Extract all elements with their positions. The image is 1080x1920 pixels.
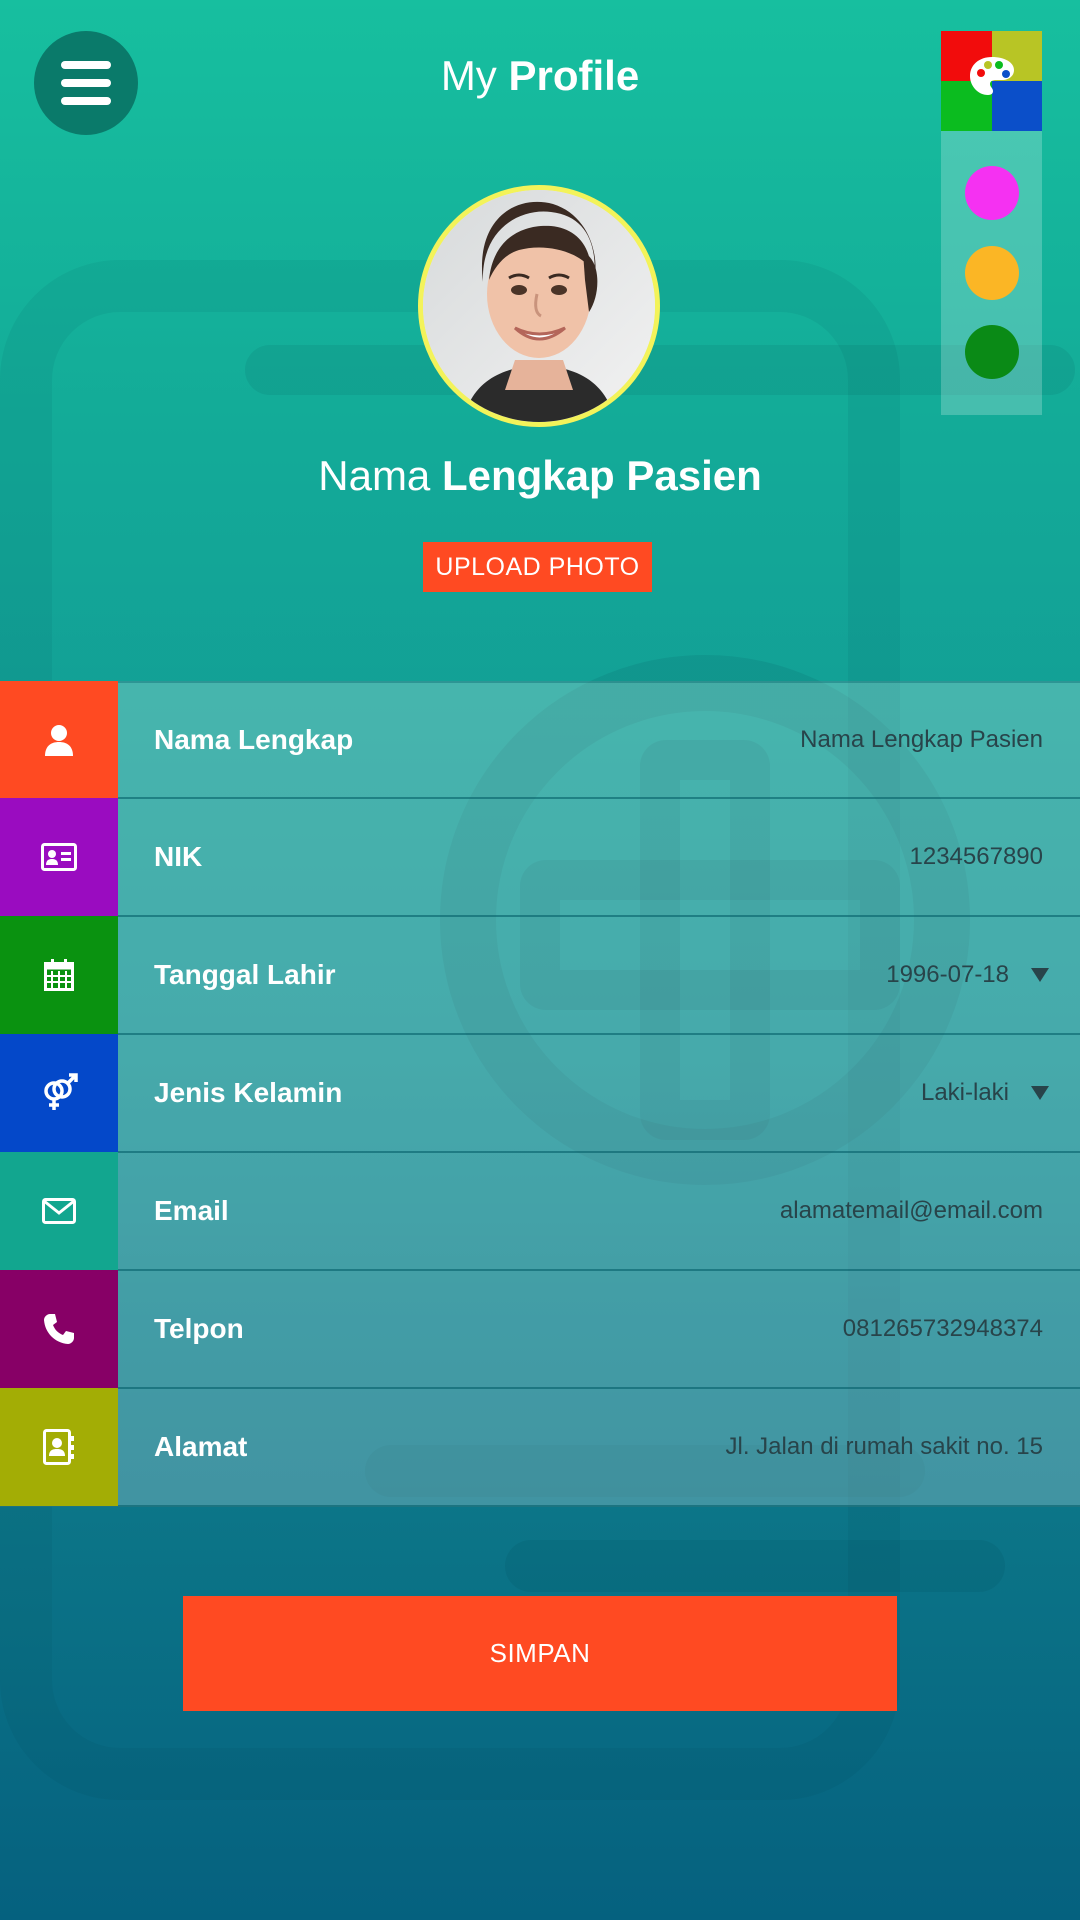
id-card-icon [41, 843, 77, 871]
birthdate-value: 1996-07-18 [886, 961, 1009, 988]
field-label-address: Alamat [154, 1431, 248, 1462]
patient-name: Nama Lengkap Pasien [0, 452, 1080, 500]
chevron-down-icon [1031, 1086, 1049, 1100]
page-title-bold: Profile [508, 52, 640, 99]
phone-icon-tile [0, 1270, 118, 1388]
gender-select[interactable]: Laki-laki [920, 1079, 1049, 1107]
email-field[interactable]: alamatemail@email.com [780, 1197, 1043, 1225]
theme-swatch-magenta[interactable] [965, 166, 1019, 220]
field-row-birthdate[interactable]: Tanggal Lahir 1996-07-18 [0, 916, 1080, 1035]
upload-photo-button[interactable]: UPLOAD PHOTO [423, 542, 652, 592]
name-field[interactable]: Nama Lengkap Pasien [800, 726, 1043, 754]
address-icon-tile [0, 1388, 118, 1506]
gender-value: Laki-laki [920, 1079, 1009, 1106]
theme-palette [941, 31, 1042, 415]
patient-name-bold: Lengkap Pasien [441, 452, 762, 499]
field-label-email: Email [154, 1195, 229, 1226]
field-row-nik[interactable]: NIK 1234567890 [0, 798, 1080, 917]
calendar-icon [44, 959, 74, 991]
nik-icon-tile [0, 798, 118, 916]
patient-name-light: Nama [318, 452, 431, 499]
gender-icon-tile [0, 1034, 118, 1152]
name-icon-tile [0, 681, 118, 799]
field-row-gender[interactable]: Jenis Kelamin Laki-laki [0, 1034, 1080, 1153]
theme-swatch-green[interactable] [965, 325, 1019, 379]
email-icon-tile [0, 1152, 118, 1270]
page-title-light: My [440, 52, 497, 99]
phone-icon [44, 1314, 74, 1344]
palette-icon [970, 57, 1014, 95]
chevron-down-icon [1031, 968, 1049, 982]
address-book-icon [43, 1429, 74, 1465]
field-label-gender: Jenis Kelamin [154, 1077, 343, 1108]
birthdate-select[interactable]: 1996-07-18 [886, 961, 1049, 989]
theme-swatch-orange[interactable] [965, 246, 1019, 300]
field-label-nik: NIK [154, 841, 203, 872]
field-row-email[interactable]: Email alamatemail@email.com [0, 1152, 1080, 1271]
avatar [418, 185, 660, 427]
phone-field[interactable]: 081265732948374 [843, 1315, 1043, 1343]
field-row-phone[interactable]: Telpon 081265732948374 [0, 1270, 1080, 1389]
field-label-name: Nama Lengkap [154, 724, 354, 755]
gender-icon [44, 1073, 78, 1110]
save-button[interactable]: SIMPAN [183, 1596, 897, 1711]
nik-field[interactable]: 1234567890 [910, 843, 1043, 871]
user-icon [45, 725, 73, 756]
address-field[interactable]: Jl. Jalan di rumah sakit no. 15 [726, 1433, 1044, 1461]
envelope-icon [42, 1198, 76, 1224]
page-title: My Profile [0, 52, 1080, 100]
birthdate-icon-tile [0, 916, 118, 1034]
palette-toggle[interactable] [941, 31, 1042, 131]
field-label-birthdate: Tanggal Lahir [154, 959, 336, 990]
field-row-name[interactable]: Nama Lengkap Nama Lengkap Pasien [0, 681, 1080, 799]
field-label-phone: Telpon [154, 1313, 244, 1344]
field-row-address[interactable]: Alamat Jl. Jalan di rumah sakit no. 15 [0, 1388, 1080, 1507]
profile-form: Nama Lengkap Nama Lengkap Pasien NIK 123… [0, 681, 1080, 1507]
